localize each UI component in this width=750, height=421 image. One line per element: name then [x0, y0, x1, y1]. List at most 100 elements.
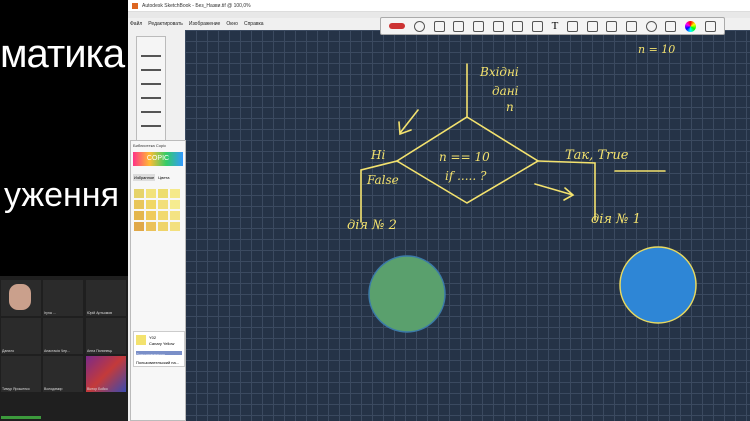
swatch[interactable]: [158, 200, 168, 209]
layers-icon[interactable]: [665, 20, 677, 32]
participant-name: Юрій Артьомов: [87, 311, 112, 315]
tab-colors[interactable]: Цвета: [157, 174, 170, 181]
swatch[interactable]: [134, 222, 144, 231]
symmetry-icon[interactable]: [512, 20, 524, 32]
copic-swatches: [131, 183, 185, 237]
swatch[interactable]: [134, 211, 144, 220]
swatch[interactable]: [170, 211, 180, 220]
selected-color: Y02 Canary Yellow Дополнительно Пользова…: [133, 331, 185, 367]
input-label-1: Вхідні: [480, 65, 519, 79]
copic-logo: COPIC: [133, 152, 183, 166]
crop-icon[interactable]: [472, 20, 484, 32]
custom-label[interactable]: Пользовательский на...: [136, 360, 179, 365]
brush-library-icon[interactable]: [704, 20, 716, 32]
fill-icon[interactable]: [531, 20, 543, 32]
text-icon[interactable]: T: [552, 20, 559, 32]
swatch[interactable]: [158, 189, 168, 198]
no-label: Ні: [371, 148, 386, 162]
participant-name: Анна Пилипець: [87, 349, 113, 353]
meeting-grid: Iryna ... Юрій Артьомов Данило Анастасія…: [0, 276, 128, 421]
swatch[interactable]: [146, 211, 156, 220]
participant-name: Володимир: [44, 387, 63, 391]
blue-circle: [619, 246, 697, 324]
slide-title-line2: уження: [4, 176, 119, 214]
participant-tile[interactable]: Тимур Ярошенко: [1, 356, 41, 392]
brush-icon[interactable]: [389, 23, 406, 29]
select-icon[interactable]: [433, 20, 445, 32]
extra-label[interactable]: Дополнительно: [136, 352, 165, 357]
sketchbook-window: Autodesk SketchBook - Без_Назви.tif @ 10…: [128, 0, 750, 421]
condition-label-2: if ..... ?: [445, 169, 487, 183]
menu-edit[interactable]: Редактировать: [148, 21, 183, 27]
swatch[interactable]: [170, 222, 180, 231]
participant-tile[interactable]: Віктор Бойко: [86, 356, 126, 392]
drawing-strokes: [360, 63, 697, 333]
participant-name: Анастасія Чер...: [44, 349, 71, 353]
line-icon[interactable]: [625, 20, 637, 32]
green-circle: [368, 255, 446, 333]
participant-tile[interactable]: Данило: [1, 318, 41, 354]
input-arrow: [398, 109, 419, 136]
menu-window[interactable]: Окно: [226, 21, 238, 27]
participant-tile[interactable]: Iryna ...: [43, 280, 83, 316]
main-toolbar: T: [380, 17, 725, 35]
slide-title-line1: матика: [0, 32, 125, 76]
window-title: Autodesk SketchBook - Без_Назви.tif @ 10…: [142, 3, 251, 9]
menu-help[interactable]: Справка: [244, 21, 264, 27]
action2-label: дія № 2: [347, 218, 397, 233]
color-wheel-icon[interactable]: [684, 20, 696, 32]
n-value-label: n = 10: [638, 43, 676, 56]
condition-label: n == 10: [439, 150, 490, 164]
ellipse-icon[interactable]: [586, 20, 598, 32]
participant-tile[interactable]: Володимир: [43, 356, 83, 392]
selected-swatch: [136, 335, 146, 345]
app-icon: [132, 3, 138, 9]
participant-tile[interactable]: Юрій Артьомов: [86, 280, 126, 316]
participant-name: Тимур Ярошенко: [2, 387, 30, 391]
transform-icon[interactable]: [492, 20, 504, 32]
action1-label: дія № 1: [591, 212, 641, 227]
swatch[interactable]: [170, 200, 180, 209]
participant-name: Iryna ...: [44, 311, 56, 315]
color-name: Canary Yellow: [149, 341, 175, 346]
true-label: Так, True: [565, 148, 629, 163]
no-branch-line: [360, 160, 398, 223]
curve-icon[interactable]: [606, 20, 618, 32]
participant-tile[interactable]: Анна Пилипець: [86, 318, 126, 354]
yes-arrow: [534, 183, 575, 201]
participant-video: [9, 284, 31, 310]
window-titlebar: Autodesk SketchBook - Без_Назви.tif @ 10…: [128, 0, 750, 12]
swatch[interactable]: [170, 189, 180, 198]
swatch[interactable]: [134, 200, 144, 209]
ruler-icon[interactable]: [566, 20, 578, 32]
copic-library-panel: Библиотека Copic COPIC Избранное Цвета Y…: [130, 140, 186, 421]
brush-list[interactable]: [141, 47, 161, 139]
menu-image[interactable]: Изображение: [189, 21, 221, 27]
participant-name: Віктор Бойко: [87, 387, 108, 391]
menu-bar: Файл Редактировать Изображение Окно Спра…: [128, 19, 388, 28]
copic-title: Библиотека Copic: [133, 143, 167, 148]
input-label-3: n: [506, 100, 514, 114]
false-label: False: [367, 173, 399, 187]
input-label-2: дані: [492, 84, 519, 98]
participant-tile[interactable]: Анастасія Чер...: [43, 318, 83, 354]
zoom-icon[interactable]: [413, 20, 425, 32]
participant-tile[interactable]: [1, 280, 41, 316]
menu-file[interactable]: Файл: [130, 21, 142, 27]
speaker-indicator: [1, 416, 41, 419]
brush-palette: [136, 36, 166, 146]
tab-favorites[interactable]: Избранное: [133, 174, 156, 181]
pencil-icon[interactable]: [645, 20, 657, 32]
swatch[interactable]: [146, 200, 156, 209]
color-code: Y02: [149, 335, 157, 340]
swatch[interactable]: [146, 189, 156, 198]
swatch[interactable]: [134, 189, 144, 198]
participant-name: Данило: [2, 349, 15, 353]
drawing-canvas[interactable]: n = 10 Вхідні дані n n == 10 if ..... ? …: [185, 30, 750, 421]
swatch[interactable]: [158, 211, 168, 220]
yes-branch-line: [537, 160, 596, 221]
swatch[interactable]: [158, 222, 168, 231]
lasso-icon[interactable]: [453, 20, 465, 32]
swatch[interactable]: [146, 222, 156, 231]
copic-tabs: Избранное Цвета: [131, 168, 185, 183]
